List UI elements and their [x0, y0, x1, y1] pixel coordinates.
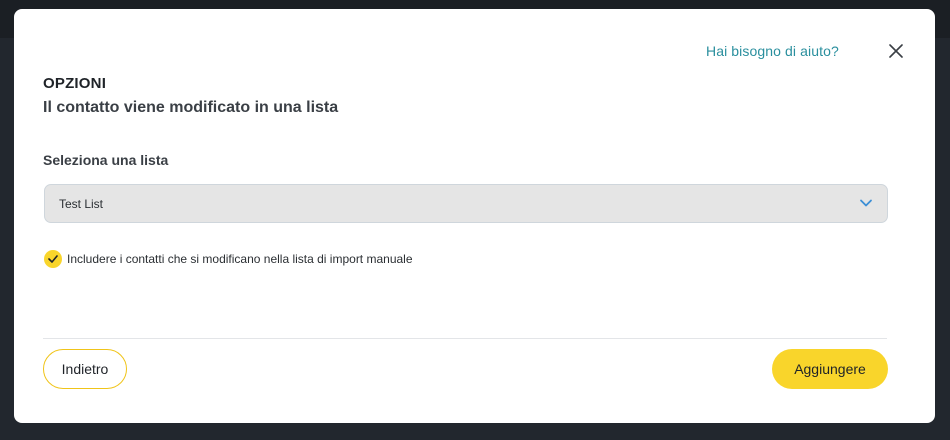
close-icon: [886, 41, 906, 61]
chevron-down-icon: [859, 198, 873, 208]
options-title: OPZIONI: [43, 75, 107, 92]
select-list-label: Seleziona una lista: [43, 152, 169, 168]
options-modal: Hai bisogno di aiuto? OPZIONI Il contatt…: [14, 9, 935, 423]
help-link[interactable]: Hai bisogno di aiuto?: [706, 43, 839, 59]
close-button[interactable]: [886, 41, 906, 61]
add-button[interactable]: Aggiungere: [772, 349, 888, 389]
footer-divider: [43, 338, 887, 339]
list-select[interactable]: Test List: [44, 184, 888, 223]
include-contacts-label[interactable]: Includere i contatti che si modificano n…: [67, 252, 413, 266]
back-button[interactable]: Indietro: [43, 349, 127, 389]
modal-subtitle: Il contatto viene modificato in una list…: [43, 99, 339, 116]
include-contacts-checkbox[interactable]: [44, 250, 62, 268]
select-value: Test List: [59, 197, 104, 211]
